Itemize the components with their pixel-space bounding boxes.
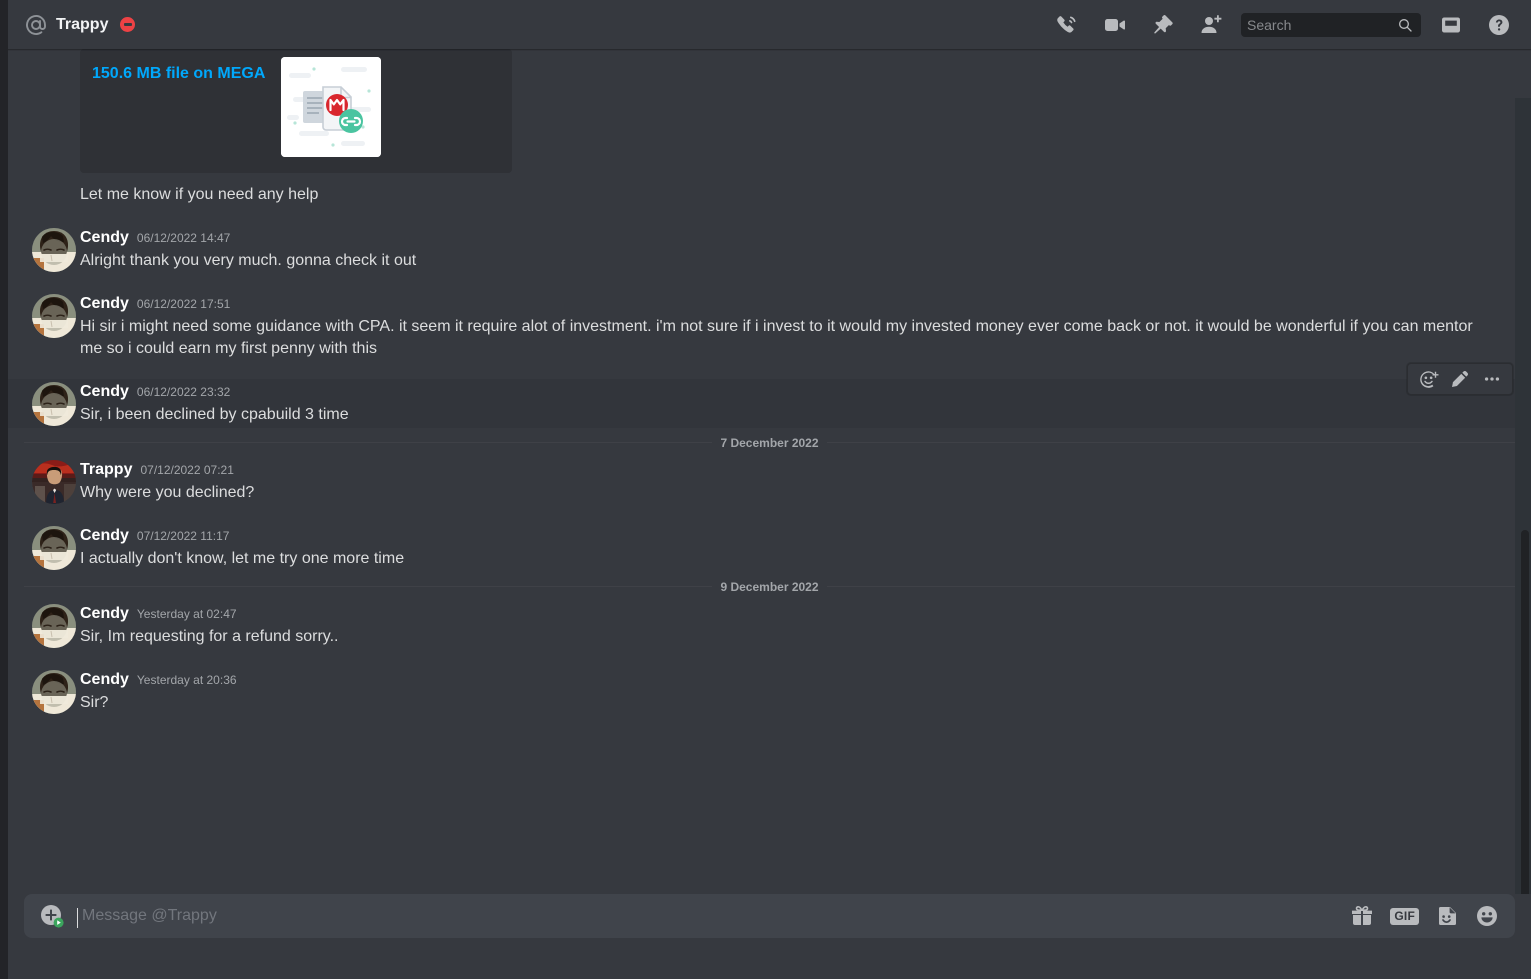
avatar[interactable]	[32, 604, 76, 648]
avatar[interactable]	[32, 526, 76, 570]
more-actions-button[interactable]	[1476, 363, 1508, 395]
dm-main-panel: Trappy Search 150.6 MB file on MEGA Let …	[8, 0, 1531, 979]
message-text: Alright thank you very much. gonna check…	[80, 252, 417, 269]
gif-label: GIF	[1390, 907, 1419, 925]
message-author[interactable]: Cendy	[80, 381, 129, 403]
message-text: Hi sir i might need some guidance with C…	[80, 318, 1473, 357]
gif-picker-button[interactable]: GIF	[1390, 907, 1419, 925]
add-friends-to-dm-button[interactable]	[1187, 7, 1235, 43]
emoji-picker-button[interactable]	[1475, 904, 1499, 928]
message-header: Cendy Yesterday at 20:36	[80, 669, 1483, 691]
message-item: Cendy 07/12/2022 11:17 I actually don't …	[8, 523, 1531, 572]
edit-message-button[interactable]	[1444, 363, 1476, 395]
message-scrollbar-track[interactable]	[1515, 98, 1531, 894]
message-header: Cendy 06/12/2022 17:51	[80, 293, 1483, 315]
help-button[interactable]	[1475, 7, 1523, 43]
message-header: Cendy 06/12/2022 23:32	[80, 381, 1483, 403]
message-author[interactable]: Cendy	[80, 525, 129, 547]
message-author[interactable]: Cendy	[80, 293, 129, 315]
avatar[interactable]	[32, 294, 76, 338]
server-sidebar-edge	[0, 0, 8, 979]
avatar[interactable]	[32, 670, 76, 714]
message-header: Cendy 07/12/2022 11:17	[80, 525, 1483, 547]
message-timestamp: 07/12/2022 11:17	[136, 529, 230, 543]
channel-header: Trappy Search	[8, 0, 1531, 49]
message-author[interactable]: Trappy	[80, 459, 132, 481]
embed-title-link[interactable]: 150.6 MB file on MEGA	[92, 57, 265, 83]
date-divider: 9 December 2022	[24, 580, 1515, 594]
message-timestamp: 06/12/2022 23:32	[136, 385, 231, 399]
search-icon	[1397, 17, 1413, 33]
message-text: Why were you declined?	[80, 484, 255, 501]
message-item: Cendy 06/12/2022 17:51 Hi sir i might ne…	[8, 291, 1531, 362]
message-input-bar[interactable]: Message @Trappy GIF	[24, 894, 1515, 938]
message-scrollbar-thumb[interactable]	[1521, 530, 1529, 894]
message-author[interactable]: Cendy	[80, 227, 129, 249]
message-text: Sir, Im requesting for a refund sorry..	[80, 628, 339, 645]
sticker-picker-button[interactable]	[1435, 904, 1459, 928]
gift-button[interactable]	[1350, 904, 1374, 928]
message-item: Cendy 06/12/2022 23:32 Sir, i been decli…	[8, 363, 1531, 428]
message-item: Cendy 06/12/2022 14:47 Alright thank you…	[8, 225, 1531, 274]
channel-header-actions: Search	[1043, 7, 1523, 43]
page-title: Trappy	[56, 15, 109, 33]
message-composer: Message @Trappy GIF	[8, 894, 1531, 979]
date-divider-label: 9 December 2022	[712, 580, 827, 594]
message-header: Trappy 07/12/2022 07:21	[80, 459, 1483, 481]
date-divider-label: 7 December 2022	[712, 436, 827, 450]
message-input[interactable]: Message @Trappy	[77, 907, 1334, 928]
message-scroller[interactable]: 150.6 MB file on MEGA Let me know if you…	[8, 49, 1531, 894]
message-header: Cendy Yesterday at 02:47	[80, 603, 1483, 625]
mega-file-link-thumbnail[interactable]	[281, 57, 382, 157]
add-reaction-button[interactable]	[1412, 363, 1444, 395]
message-timestamp: Yesterday at 20:36	[136, 673, 237, 687]
mega-link-embed[interactable]: 150.6 MB file on MEGA	[80, 49, 512, 173]
start-video-call-button[interactable]	[1091, 7, 1139, 43]
search-input[interactable]: Search	[1241, 12, 1421, 37]
message-item: Trappy 07/12/2022 07:21 Why were you dec…	[8, 457, 1531, 506]
avatar[interactable]	[32, 382, 76, 426]
search-placeholder: Search	[1247, 16, 1292, 33]
message-list: 150.6 MB file on MEGA Let me know if you…	[8, 49, 1531, 724]
message-header: Cendy 06/12/2022 14:47	[80, 227, 1483, 249]
status-badge-dnd	[120, 17, 136, 32]
message-text: Let me know if you need any help	[80, 186, 319, 203]
discord-dm-window: Trappy Search 150.6 MB file on MEGA Let …	[0, 0, 1531, 979]
message-author[interactable]: Cendy	[80, 603, 129, 625]
start-voice-call-button[interactable]	[1043, 7, 1091, 43]
message-item: Cendy Yesterday at 20:36 Sir?	[8, 667, 1531, 716]
channel-header-left: Trappy	[24, 13, 136, 37]
message-text: Sir?	[80, 694, 109, 711]
message-input-placeholder: Message @Trappy	[82, 907, 217, 924]
attach-file-button[interactable]	[40, 904, 64, 928]
avatar[interactable]	[32, 460, 76, 504]
at-icon	[24, 13, 48, 37]
message-timestamp: 06/12/2022 17:51	[136, 297, 231, 311]
text-caret	[77, 908, 78, 928]
message-text: I actually don't know, let me try one mo…	[80, 550, 405, 567]
composer-actions: GIF	[1350, 904, 1499, 928]
message-embed-group: 150.6 MB file on MEGA Let me know if you…	[8, 49, 1531, 208]
message-author[interactable]: Cendy	[80, 669, 129, 691]
avatar[interactable]	[32, 228, 76, 272]
message-timestamp: 06/12/2022 14:47	[136, 231, 231, 245]
message-text: Sir, i been declined by cpabuild 3 time	[80, 406, 349, 423]
message-actions-toolbar	[1407, 363, 1513, 395]
date-divider: 7 December 2022	[24, 436, 1515, 450]
message-timestamp: Yesterday at 02:47	[136, 607, 237, 621]
message-item: Cendy Yesterday at 02:47 Sir, Im request…	[8, 601, 1531, 650]
pinned-messages-button[interactable]	[1139, 7, 1187, 43]
message-timestamp: 07/12/2022 07:21	[140, 463, 234, 477]
inbox-button[interactable]	[1427, 7, 1475, 43]
